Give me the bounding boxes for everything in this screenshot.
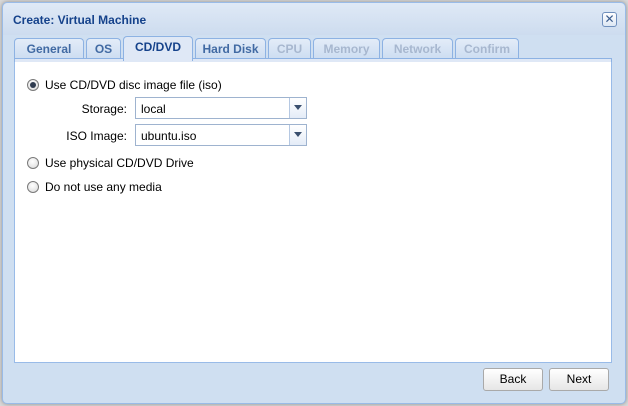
tab-hard-disk[interactable]: Hard Disk <box>195 38 266 60</box>
iso-image-label: ISO Image: <box>66 129 127 143</box>
radio-physical-drive-label: Use physical CD/DVD Drive <box>45 156 194 170</box>
storage-select[interactable]: local <box>135 97 307 119</box>
radio-use-iso-label: Use CD/DVD disc image file (iso) <box>45 78 222 92</box>
radio-button-checked[interactable] <box>27 79 39 91</box>
tab-bar: General OS CD/DVD Hard Disk CPU Memory N… <box>14 36 612 61</box>
radio-physical-drive[interactable]: Use physical CD/DVD Drive <box>27 156 194 170</box>
storage-label: Storage: <box>81 102 127 116</box>
storage-value: local <box>141 102 166 116</box>
tab-confirm[interactable]: Confirm <box>455 38 519 60</box>
back-button[interactable]: Back <box>483 368 543 391</box>
radio-button[interactable] <box>27 181 39 193</box>
close-icon: ✕ <box>604 12 615 26</box>
dialog-titlebar[interactable]: Create: Virtual Machine ✕ <box>3 3 625 35</box>
chevron-down-icon[interactable] <box>289 125 306 145</box>
iso-image-value: ubuntu.iso <box>141 129 197 143</box>
radio-use-iso[interactable]: Use CD/DVD disc image file (iso) <box>27 78 222 92</box>
tab-general[interactable]: General <box>14 38 84 60</box>
dialog-title: Create: Virtual Machine <box>13 13 147 27</box>
tab-network[interactable]: Network <box>382 38 453 60</box>
radio-button[interactable] <box>27 157 39 169</box>
chevron-down-icon[interactable] <box>289 98 306 118</box>
tab-strip <box>14 58 612 62</box>
radio-no-media[interactable]: Do not use any media <box>27 180 162 194</box>
iso-image-select[interactable]: ubuntu.iso <box>135 124 307 146</box>
next-button[interactable]: Next <box>549 368 609 391</box>
close-button[interactable]: ✕ <box>602 12 617 27</box>
tab-os[interactable]: OS <box>86 38 121 60</box>
cddvd-panel: Use CD/DVD disc image file (iso) Storage… <box>14 61 612 363</box>
radio-no-media-label: Do not use any media <box>45 180 162 194</box>
tab-cpu[interactable]: CPU <box>268 38 311 60</box>
tab-cddvd[interactable]: CD/DVD <box>123 36 193 61</box>
tab-memory[interactable]: Memory <box>313 38 380 60</box>
